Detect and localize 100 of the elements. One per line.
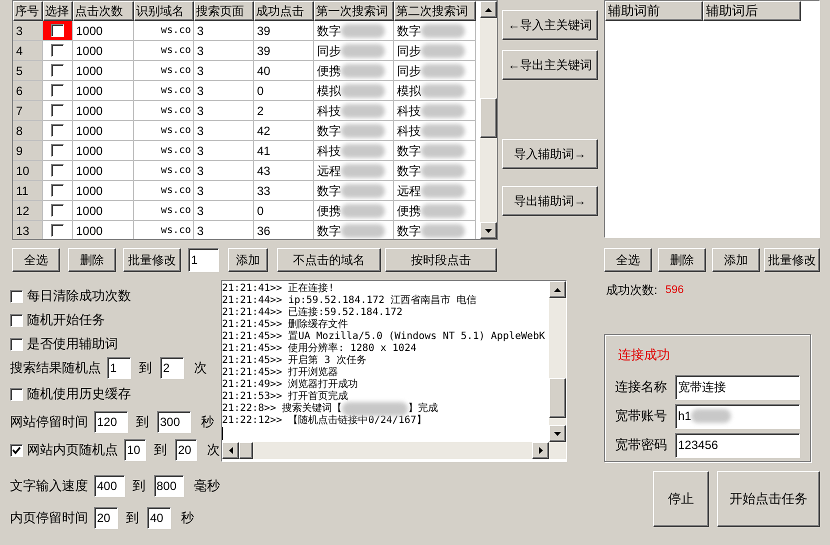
table-cell: ws.co: [134, 141, 194, 161]
checkbox[interactable]: [10, 444, 23, 456]
column-header[interactable]: 选择: [43, 1, 73, 21]
checkbox[interactable]: [51, 144, 64, 157]
table-cell: 11: [13, 181, 43, 201]
table-cell: 0: [254, 201, 314, 221]
input-field[interactable]: 2: [160, 357, 184, 379]
checkbox[interactable]: [51, 64, 64, 77]
selection-cell[interactable]: [43, 81, 73, 101]
table-cell-text: 数字: [397, 222, 421, 239]
button[interactable]: 不点击的域名: [277, 248, 381, 272]
button[interactable]: 全选: [12, 248, 60, 272]
column-header[interactable]: 第二次搜索词: [394, 1, 476, 21]
checkbox[interactable]: [51, 24, 64, 37]
input-field[interactable]: 宽带连接: [675, 374, 800, 400]
input-field[interactable]: 800: [154, 475, 184, 497]
scroll-thumb[interactable]: [480, 98, 497, 138]
input-field[interactable]: 1: [107, 357, 131, 379]
button[interactable]: 开始点击任务: [717, 471, 820, 527]
input-field[interactable]: 10: [124, 439, 146, 461]
input-field[interactable]: 123456: [675, 432, 800, 458]
checkbox[interactable]: [51, 164, 64, 177]
auxiliary-word-list[interactable]: 辅助词前 辅助词后: [604, 0, 820, 238]
checkbox[interactable]: [10, 314, 23, 326]
checkbox[interactable]: [51, 224, 64, 237]
column-header[interactable]: 搜索页面: [194, 1, 254, 21]
table-cell: 39: [254, 41, 314, 61]
selection-cell[interactable]: [43, 61, 73, 81]
log-line: 21:21:45>> 置UA Mozilla/5.0 (Windows NT 5.1) AppleWebK: [222, 331, 546, 342]
option-label: 随机开始任务: [27, 311, 105, 330]
button[interactable]: 删除: [658, 248, 706, 272]
blurred-mask: [341, 64, 385, 78]
button[interactable]: 导入辅助词→: [502, 139, 598, 169]
column-header[interactable]: 识别域名: [134, 1, 194, 21]
checkbox[interactable]: [10, 290, 23, 302]
button[interactable]: 删除: [68, 248, 116, 272]
vertical-scrollbar[interactable]: [549, 281, 566, 442]
selection-cell[interactable]: [43, 41, 73, 61]
button[interactable]: 添加: [228, 248, 268, 272]
option-label: 内页停留时间: [10, 509, 88, 528]
button[interactable]: 按时段点击: [385, 248, 497, 272]
checkbox[interactable]: [51, 124, 64, 137]
checkbox[interactable]: [51, 84, 64, 97]
field-label: 宽带密码: [615, 436, 668, 454]
input-field[interactable]: 40: [147, 507, 171, 529]
blurred-mask: [421, 164, 465, 178]
input-field[interactable]: 20: [94, 507, 118, 529]
table-cell: 7: [13, 101, 43, 121]
option-label: 到: [132, 477, 146, 496]
button[interactable]: ←导入主关键词: [502, 10, 598, 40]
selection-cell[interactable]: [43, 141, 73, 161]
table-cell: 36: [254, 221, 314, 239]
selection-cell[interactable]: [43, 161, 73, 181]
selection-cell[interactable]: [43, 201, 73, 221]
column-header[interactable]: 点击次数: [73, 1, 134, 21]
checkbox[interactable]: [10, 388, 23, 400]
option-label: 到: [154, 441, 167, 460]
button[interactable]: 导出辅助词→: [502, 186, 598, 216]
column-header[interactable]: 第一次搜索词: [314, 1, 394, 21]
table-cell: 1000: [73, 41, 134, 61]
checkbox[interactable]: [51, 184, 64, 197]
button[interactable]: 批量修改: [123, 248, 181, 272]
checkbox[interactable]: [51, 204, 64, 217]
input-field[interactable]: 120: [94, 411, 128, 433]
vertical-scrollbar[interactable]: [480, 1, 497, 239]
input-field[interactable]: 400: [94, 475, 124, 497]
scroll-thumb[interactable]: [239, 442, 253, 459]
selection-cell[interactable]: [43, 181, 73, 201]
scroll-thumb[interactable]: [549, 378, 566, 418]
column-header[interactable]: 成功点击: [254, 1, 314, 21]
column-header[interactable]: 辅助词前: [605, 1, 703, 21]
checkbox[interactable]: [10, 338, 23, 350]
button[interactable]: 批量修改: [764, 248, 820, 272]
selection-cell[interactable]: [43, 121, 73, 141]
input-field[interactable]: 300: [157, 411, 191, 433]
selection-cell[interactable]: [43, 101, 73, 121]
blurred-mask: [341, 164, 385, 178]
table-cell: ws.co: [134, 61, 194, 81]
count-field[interactable]: 1: [188, 248, 219, 272]
log-line: 21:21:45>> 使用分辨率: 1280 x 1024: [222, 343, 416, 354]
column-header[interactable]: 序号: [13, 1, 43, 21]
table-cell: 1000: [73, 121, 134, 141]
horizontal-scrollbar[interactable]: [222, 442, 566, 459]
table-cell-text: 远程: [317, 162, 341, 180]
button[interactable]: 停止: [653, 471, 709, 527]
checkbox[interactable]: [51, 104, 64, 117]
table-cell: 3: [13, 21, 43, 41]
blurred-mask: [341, 204, 385, 218]
success-count-value: 596: [665, 282, 684, 298]
button[interactable]: 全选: [604, 248, 652, 272]
blurred-mask: [421, 124, 465, 138]
table-cell: 0: [254, 81, 314, 101]
checkbox[interactable]: [51, 44, 64, 57]
input-field[interactable]: h1: [675, 404, 800, 428]
button[interactable]: ←导出主关键词: [502, 50, 598, 80]
button[interactable]: 添加: [712, 248, 760, 272]
input-field[interactable]: 20: [175, 439, 197, 461]
selection-cell[interactable]: [43, 21, 73, 41]
log-line: 21:21:45>> 删除缓存文件: [222, 319, 348, 330]
column-header[interactable]: 辅助词后: [703, 1, 801, 21]
